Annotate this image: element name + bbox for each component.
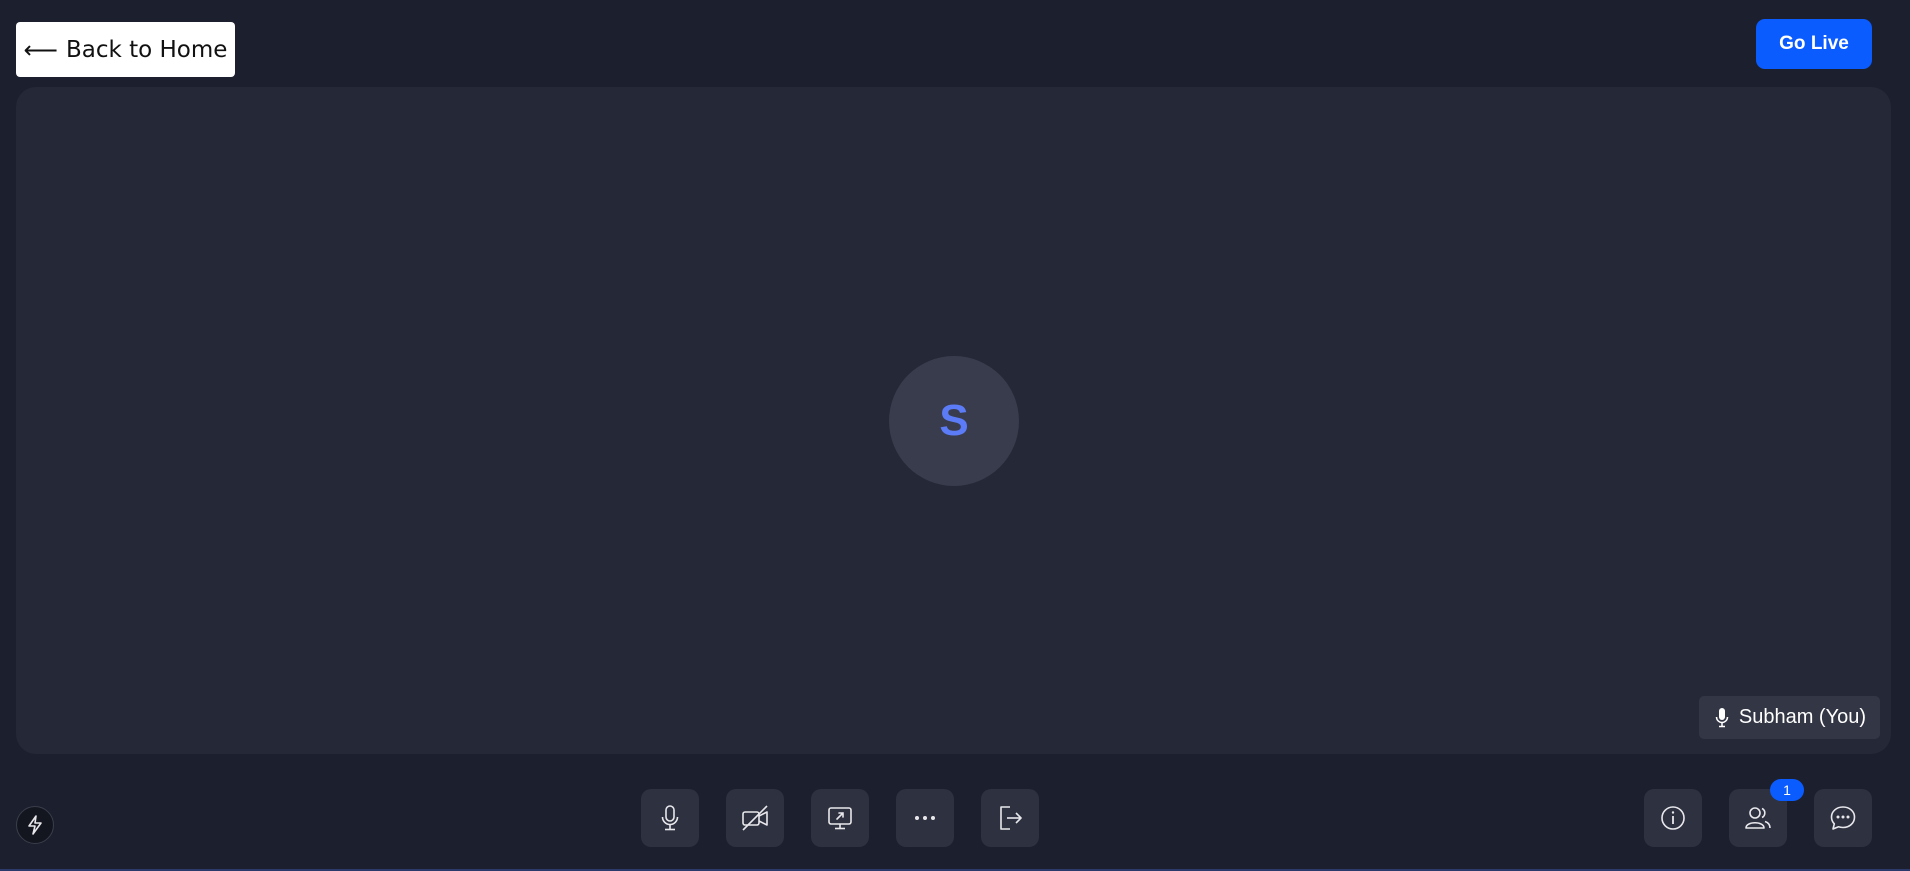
meeting-page: ⟵ Back to Home Go Live S Subham (You) 1 [0, 0, 1910, 871]
mic-icon [1715, 707, 1729, 727]
mic-icon [661, 805, 679, 831]
more-options-button[interactable] [896, 789, 954, 847]
info-button[interactable] [1644, 789, 1702, 847]
camera-toggle-button[interactable] [726, 789, 784, 847]
screen-share-icon [828, 807, 852, 830]
participant-name: Subham (You) [1738, 706, 1866, 728]
participants-count-badge: 1 [1770, 779, 1804, 801]
info-icon [1661, 806, 1685, 830]
chat-button[interactable] [1814, 789, 1872, 847]
chat-icon [1830, 806, 1856, 830]
go-live-button[interactable]: Go Live [1756, 19, 1872, 69]
screen-share-button[interactable] [811, 789, 869, 847]
back-to-home-button[interactable]: ⟵ Back to Home [16, 22, 235, 77]
leave-icon [1000, 806, 1022, 830]
video-stage: S Subham (You) [16, 87, 1891, 754]
back-to-home-label: Back to Home [65, 36, 228, 63]
participants-icon [1745, 807, 1771, 829]
participant-name-tag: Subham (You) [1698, 696, 1880, 739]
participant-avatar: S [889, 356, 1019, 486]
bolt-icon[interactable] [16, 806, 54, 844]
arrow-left-icon: ⟵ [23, 35, 58, 64]
mic-button[interactable] [641, 789, 699, 847]
leave-meeting-button[interactable] [981, 789, 1039, 847]
camera-off-icon [742, 805, 768, 831]
more-icon [915, 816, 935, 820]
avatar-initial: S [939, 396, 969, 445]
